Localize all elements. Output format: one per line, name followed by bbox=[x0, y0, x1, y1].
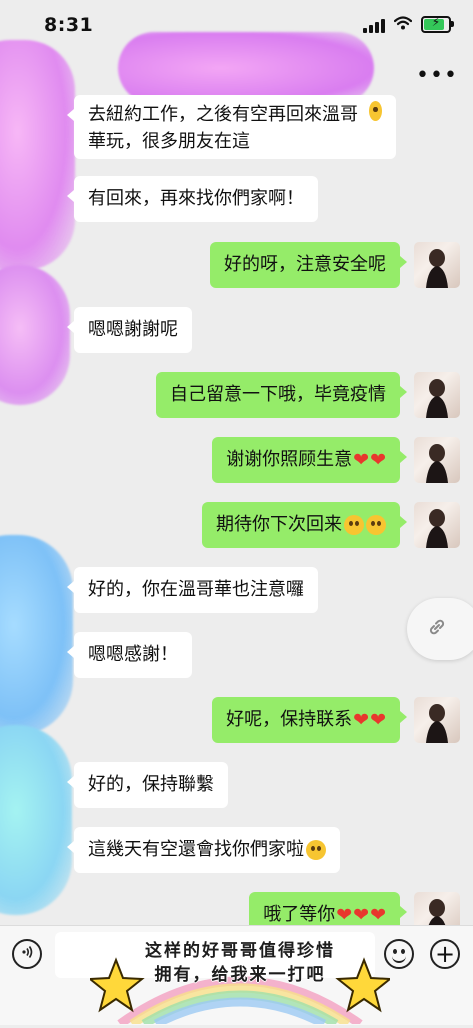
heart-emoji-icon: ❤ bbox=[370, 709, 386, 731]
outgoing-message-bubble[interactable]: 好的呀，注意安全呢 bbox=[210, 242, 407, 288]
avatar[interactable] bbox=[414, 437, 460, 483]
message-text: 好的，保持聯繫 bbox=[88, 774, 214, 795]
message-text: 去紐約工作，之後有空再回來溫哥華玩，很多朋友在這 bbox=[88, 104, 358, 152]
message-text: 期待你下次回来 bbox=[216, 514, 342, 535]
flushed-face-emoji-icon bbox=[366, 515, 386, 535]
plus-button[interactable]: + bbox=[430, 939, 460, 969]
flushed-face-emoji-icon bbox=[344, 515, 364, 535]
status-bar: 8:31 ⚡ bbox=[0, 0, 473, 50]
heart-emoji-icon: ❤ bbox=[336, 904, 353, 925]
voice-button[interactable] bbox=[12, 939, 42, 969]
decorative-blue-blob bbox=[0, 725, 72, 915]
plus-icon: + bbox=[434, 940, 456, 968]
message-text: 好的呀，注意安全呢 bbox=[224, 254, 386, 275]
incoming-message-bubble[interactable]: 嗯嗯感謝！ bbox=[67, 632, 192, 678]
message-text: 哦了等你 bbox=[263, 904, 336, 925]
heart-emoji-icon: ❤ bbox=[353, 449, 370, 471]
sticker-text-line2: 拥有，给我来一打吧 bbox=[154, 965, 326, 985]
outgoing-message-bubble[interactable]: 好呢，保持联系 ❤ ❤ bbox=[212, 697, 407, 743]
clock: 8:31 bbox=[44, 14, 94, 36]
message-text: 谢谢你照顾生意 bbox=[226, 449, 353, 470]
incoming-message-bubble[interactable]: 這幾天有空還會找你們家啦 bbox=[67, 827, 340, 873]
message-text: 有回來，再來找你們家啊！ bbox=[88, 188, 304, 209]
grinning-face-emoji-icon bbox=[306, 840, 326, 860]
message-text: 嗯嗯謝謝呢 bbox=[88, 319, 178, 340]
incoming-message-bubble[interactable]: 有回來，再來找你們家啊！ bbox=[67, 176, 318, 222]
decorative-pink-blob bbox=[0, 265, 70, 405]
incoming-message-bubble[interactable]: 好的，保持聯繫 bbox=[67, 762, 228, 808]
cellular-signal-icon bbox=[363, 17, 385, 33]
status-icons: ⚡ bbox=[363, 15, 454, 34]
more-icon: ••• bbox=[416, 62, 458, 88]
outgoing-message-bubble[interactable]: 谢谢你照顾生意 ❤ ❤ bbox=[212, 437, 407, 483]
outgoing-message-bubble[interactable]: 期待你下次回来 bbox=[202, 502, 407, 548]
incoming-message-bubble[interactable]: 去紐約工作，之後有空再回來溫哥華玩，很多朋友在這 bbox=[67, 95, 396, 159]
avatar[interactable] bbox=[414, 502, 460, 548]
flushed-face-emoji-icon bbox=[369, 101, 382, 121]
voice-icon bbox=[19, 944, 35, 964]
heart-emoji-icon: ❤ bbox=[353, 904, 370, 925]
avatar[interactable] bbox=[414, 892, 460, 925]
avatar[interactable] bbox=[414, 372, 460, 418]
message-text: 嗯嗯感謝！ bbox=[88, 644, 178, 665]
heart-emoji-icon: ❤ bbox=[370, 904, 386, 925]
link-button[interactable] bbox=[407, 598, 473, 660]
avatar[interactable] bbox=[414, 242, 460, 288]
avatar[interactable] bbox=[414, 697, 460, 743]
incoming-message-bubble[interactable]: 嗯嗯謝謝呢 bbox=[67, 307, 192, 353]
more-button[interactable]: ••• bbox=[416, 60, 457, 90]
sticker-image: 这样的好哥哥值得珍惜 拥有，给我来一打吧 bbox=[87, 930, 393, 1028]
incoming-message-bubble[interactable]: 好的，你在溫哥華也注意囉 bbox=[67, 567, 318, 613]
message-text: 好呢，保持联系 bbox=[226, 709, 353, 730]
outgoing-message-bubble[interactable]: 哦了等你 ❤ ❤ ❤ bbox=[249, 892, 407, 925]
link-icon bbox=[425, 615, 449, 643]
sticker-text-line1: 这样的好哥哥值得珍惜 bbox=[145, 941, 335, 961]
heart-emoji-icon: ❤ bbox=[353, 709, 370, 731]
chat-area: 去紐約工作，之後有空再回來溫哥華玩，很多朋友在這 有回來，再來找你們家啊！ 好的… bbox=[0, 0, 473, 925]
battery-icon: ⚡ bbox=[421, 15, 454, 33]
emoji-icon bbox=[392, 954, 406, 963]
message-text: 自己留意一下哦，毕竟疫情 bbox=[170, 384, 386, 405]
message-text: 這幾天有空還會找你們家啦 bbox=[88, 839, 304, 860]
wifi-icon bbox=[393, 15, 413, 34]
decorative-pink-blob bbox=[0, 40, 75, 270]
message-text: 好的，你在溫哥華也注意囉 bbox=[88, 579, 304, 600]
outgoing-message-bubble[interactable]: 自己留意一下哦，毕竟疫情 bbox=[156, 372, 407, 418]
decorative-blue-blob bbox=[0, 535, 73, 735]
heart-emoji-icon: ❤ bbox=[370, 449, 386, 471]
